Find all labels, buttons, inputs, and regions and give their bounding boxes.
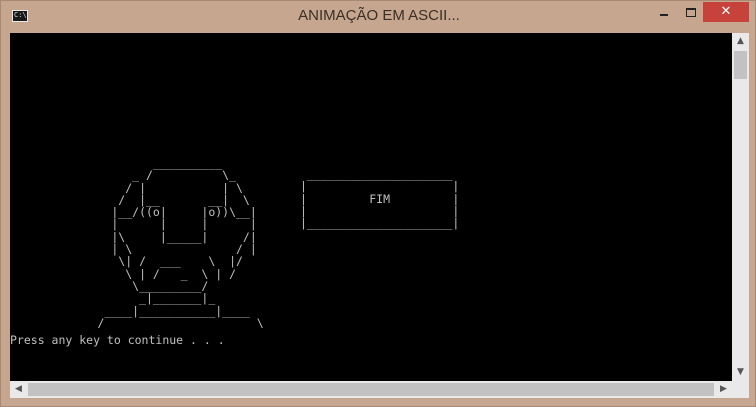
- scroll-down-icon[interactable]: ▼: [732, 364, 749, 381]
- fim-box: _____________________ | | | FIM | | | |_…: [300, 167, 460, 231]
- continue-prompt: Press any key to continue . . .: [10, 333, 225, 347]
- window-title: ANIMAÇÃO EM ASCII...: [298, 7, 460, 24]
- minimize-icon: [659, 13, 668, 16]
- horizontal-scrollbar[interactable]: ◀ ▶: [10, 381, 732, 398]
- scroll-left-icon[interactable]: ◀: [10, 381, 27, 398]
- minimize-button[interactable]: [650, 2, 677, 22]
- horizontal-scroll-thumb[interactable]: [28, 383, 714, 396]
- console-area[interactable]: __________ _ / \_ / | | \ / |__ __| \ |_…: [10, 33, 732, 381]
- maximize-icon: [685, 8, 696, 17]
- title-bar[interactable]: C:\ ANIMAÇÃO EM ASCII... ✕: [1, 1, 756, 32]
- close-button[interactable]: ✕: [703, 2, 749, 22]
- close-icon: ✕: [720, 4, 732, 19]
- vertical-scroll-thumb[interactable]: [734, 51, 747, 79]
- scroll-right-icon[interactable]: ▶: [715, 381, 732, 398]
- vertical-scrollbar[interactable]: ▲ ▼: [732, 33, 749, 381]
- ascii-face-art: __________ _ / \_ / | | \ / |__ __| \ |_…: [97, 156, 264, 330]
- scrollbar-corner: [732, 381, 749, 398]
- maximize-button[interactable]: [677, 2, 704, 22]
- scroll-up-icon[interactable]: ▲: [732, 33, 749, 50]
- console-window: C:\ ANIMAÇÃO EM ASCII... ✕ __________ _ …: [0, 0, 756, 407]
